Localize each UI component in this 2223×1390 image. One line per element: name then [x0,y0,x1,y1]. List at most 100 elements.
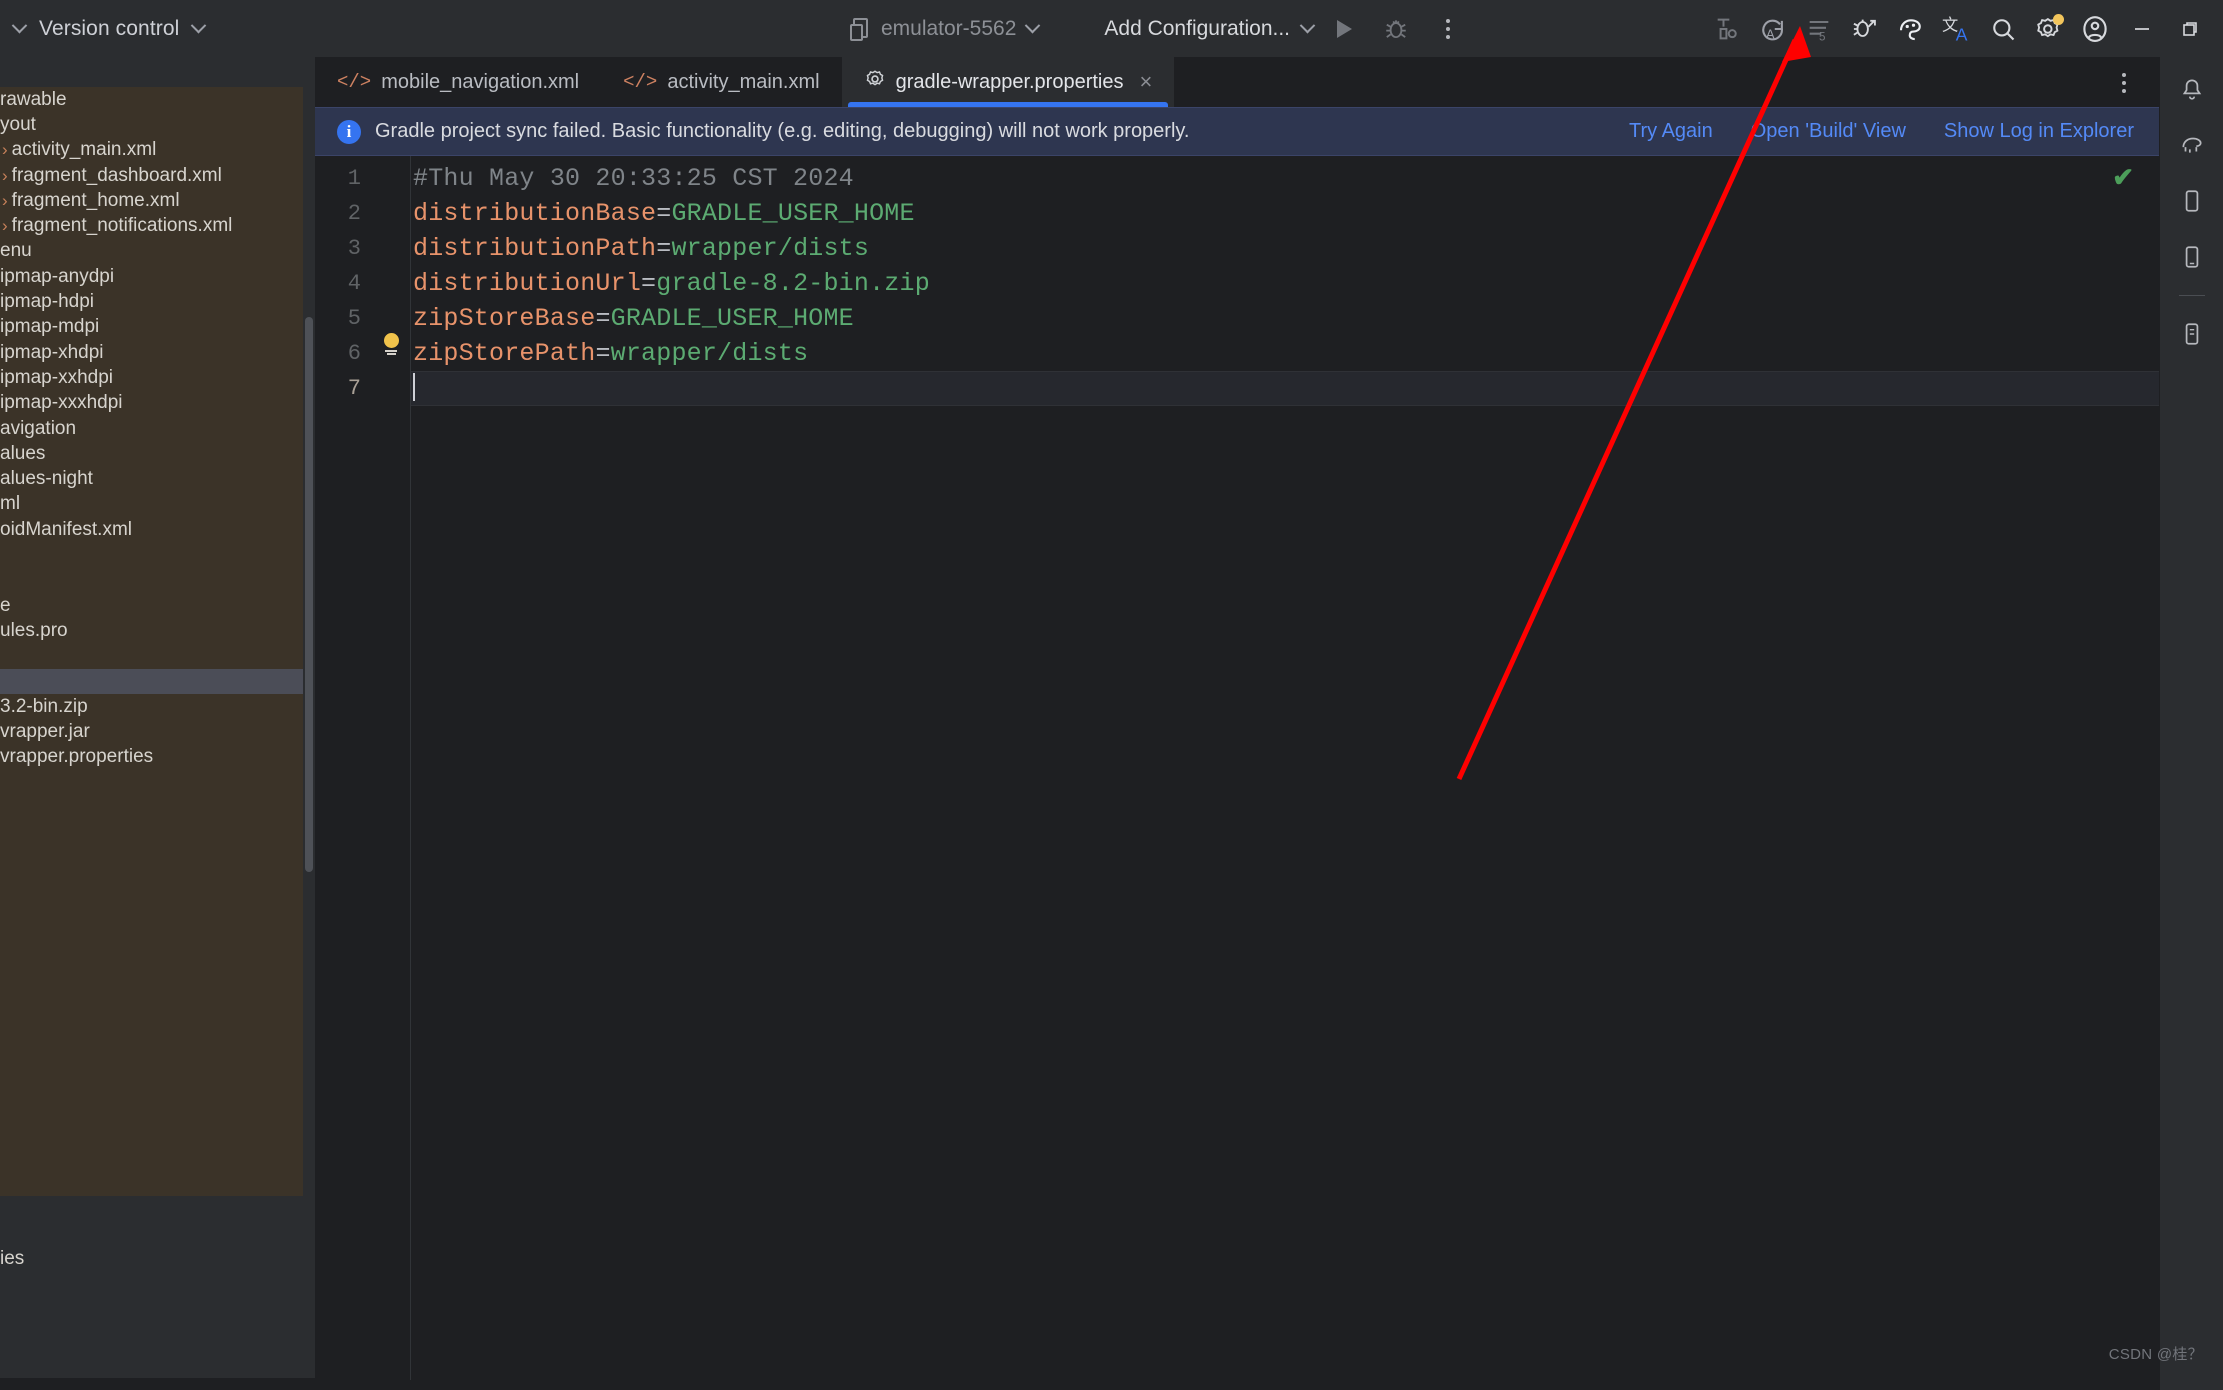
project-tree-row[interactable]: ipmap-mdpi [0,315,303,340]
debug-icon [1386,19,1406,38]
code-line[interactable]: distributionPath=wrapper/dists [410,231,2160,266]
more-actions-button[interactable] [1427,8,1469,50]
open-build-view-link[interactable]: Open 'Build' View [1751,120,1906,143]
settings-update-badge [2053,13,2064,25]
line-number[interactable]: 1 [315,161,375,196]
emulator-tool-button[interactable] [2172,237,2212,277]
project-tree-row[interactable]: ipmap-xxxhdpi [0,391,303,416]
main-menu-chevron-down-icon[interactable] [11,17,28,34]
project-tree-row[interactable] [0,644,303,669]
editor-tabs-options-button[interactable] [2110,69,2138,97]
project-tree-lower[interactable]: ies [0,1196,315,1378]
project-tree-row[interactable]: ipmap-anydpi [0,264,303,289]
editor-icon-gutter[interactable] [375,156,410,1380]
code-line[interactable]: #Thu May 30 20:33:25 CST 2024 [410,161,2160,196]
version-control-chevron-down-icon[interactable] [191,17,207,34]
code-editor[interactable]: 1234567 #Thu May 30 20:33:25 CST 2024 dis… [315,156,2160,1380]
project-tree-row[interactable]: e [0,593,303,618]
device-selector[interactable]: emulator-5562 [840,12,1048,46]
code-comment: #Thu May 30 20:33:25 CST 2024 [413,164,854,193]
run-button[interactable] [1323,8,1365,50]
code-line[interactable]: distributionUrl=gradle-8.2-bin.zip [410,266,2160,301]
gutter-divider [410,156,411,1380]
editor-tab[interactable]: gradle-wrapper.properties × [841,57,1175,107]
project-tree-row[interactable]: ipmap-xxhdpi [0,365,303,390]
line-number[interactable]: 4 [315,266,375,301]
project-tree[interactable]: rawable yout › activity_main.xml › fragment_d… [0,87,303,1196]
project-tree-scrollbar-thumb[interactable] [305,317,313,872]
project-tree-row[interactable]: › activity_main.xml [0,138,303,163]
code-line[interactable]: distributionBase=GRADLE_USER_HOME [410,196,2160,231]
project-tree-row[interactable]: vrapper.jar [0,719,303,744]
editor-tab-bar: </> mobile_navigation.xml </> activity_main… [315,57,2160,107]
editor-tab-label: activity_main.xml [667,70,820,93]
project-tree-row[interactable] [0,568,303,593]
settings-button[interactable] [2027,7,2071,51]
show-log-in-explorer-link[interactable]: Show Log in Explorer [1944,120,2134,143]
device-manager-tool-button[interactable] [2172,181,2212,221]
project-tree-row[interactable]: vrapper.properties [0,745,303,770]
project-tree-row[interactable] [0,1221,315,1246]
close-icon[interactable]: × [1140,69,1153,95]
project-tree-row[interactable]: oidManifest.xml [0,517,303,542]
translate-button[interactable]: 文 A [1935,7,1979,51]
line-number[interactable]: 5 [315,301,375,336]
project-tree-row[interactable]: avigation [0,416,303,441]
build-project-button[interactable] [1705,7,1749,51]
project-tree-row[interactable]: enu [0,239,303,264]
project-tree-row[interactable]: alues-night [0,466,303,491]
code-line[interactable]: zipStoreBase=GRADLE_USER_HOME [410,301,2160,336]
code-line[interactable] [410,371,2160,406]
debug-button[interactable] [1375,8,1417,50]
device-manager-button[interactable] [1843,7,1887,51]
line-number[interactable]: 3 [315,231,375,266]
project-tree-row[interactable]: › fragment_notifications.xml [0,213,303,238]
maximize-window-button[interactable] [2167,7,2213,51]
version-control-label[interactable]: Version control [39,17,179,41]
toolbar-right-group: A 5 文 A [1705,7,2223,51]
project-tree-row-label: ipmap-xxxhdpi [0,392,123,414]
project-tree-row[interactable] [0,1196,315,1221]
project-tree-row[interactable]: ipmap-xhdpi [0,340,303,365]
gradle-tool-button[interactable] [2172,125,2212,165]
run-configuration-selector[interactable]: Add Configuration... [1104,17,1316,41]
project-tree-row[interactable]: › fragment_dashboard.xml [0,163,303,188]
lightbulb-icon[interactable] [381,333,401,357]
project-tree-row-label: rawable [0,88,67,110]
try-again-link[interactable]: Try Again [1629,120,1713,143]
chevron-right-icon[interactable]: › [2,140,8,160]
layout-inspector-button[interactable] [1889,7,1933,51]
device-file-explorer-tool-button[interactable] [2172,314,2212,354]
editor-tab[interactable]: </> mobile_navigation.xml [315,57,601,107]
todo-list-button[interactable]: 5 [1797,7,1841,51]
inspection-status-badge[interactable]: ✔ [2112,162,2134,193]
notifications-tool-button[interactable] [2172,69,2212,109]
search-button[interactable] [1981,7,2025,51]
sync-project-button[interactable]: A [1751,7,1795,51]
project-tree-row[interactable]: › fragment_home.xml [0,188,303,213]
editor-tab[interactable]: </> activity_main.xml [601,57,841,107]
project-tree-row[interactable]: alues [0,441,303,466]
project-tree-row-label: enu [0,240,32,262]
line-number[interactable]: 2 [315,196,375,231]
code-line[interactable]: zipStorePath=wrapper/dists [410,336,2160,371]
code-text-area[interactable]: #Thu May 30 20:33:25 CST 2024 distributio… [410,156,2160,1380]
project-tree-row[interactable]: ipmap-hdpi [0,289,303,314]
xml-file-icon: </> [623,71,658,93]
device-manager-icon [2185,190,2198,212]
chevron-right-icon[interactable]: › [2,191,8,211]
project-tree-row[interactable]: 3.2-bin.zip [0,694,303,719]
project-tree-row[interactable]: rawable [0,87,303,112]
chevron-right-icon[interactable]: › [2,216,8,236]
line-number[interactable]: 7 [315,371,375,406]
project-tree-row-selected[interactable] [0,668,303,695]
project-tree-row[interactable] [0,542,303,567]
minimize-window-button[interactable] [2119,7,2165,51]
account-button[interactable] [2073,7,2117,51]
project-tree-row[interactable]: yout [0,112,303,137]
project-tree-row[interactable]: ml [0,492,303,517]
line-number[interactable]: 6 [315,336,375,371]
project-tree-row[interactable]: ules.pro [0,618,303,643]
chevron-right-icon[interactable]: › [2,166,8,186]
project-tree-row[interactable]: ies [0,1247,315,1272]
